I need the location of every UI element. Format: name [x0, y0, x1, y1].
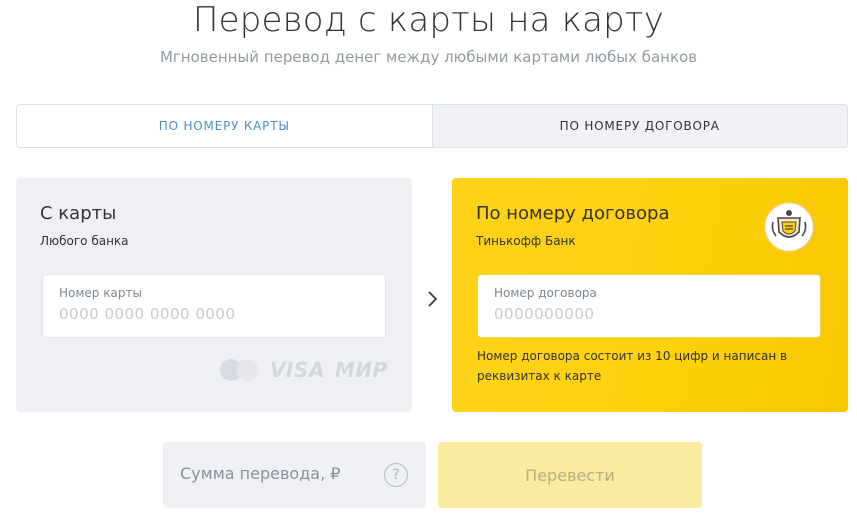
- page-subtitle: Мгновенный перевод денег между любыми ка…: [159, 48, 698, 66]
- transfer-button[interactable]: Перевести: [438, 442, 702, 508]
- contract-number-label: Номер договора: [494, 286, 597, 300]
- tinkoff-bank-crest-icon: [764, 202, 814, 252]
- amount-field[interactable]: ?: [163, 442, 426, 508]
- mir-logo: МИР: [334, 358, 388, 382]
- to-contract-panel: По номеру договора Тинькофф Банк Номер д…: [452, 178, 848, 412]
- from-card-subtitle: Любого банка: [40, 234, 129, 248]
- card-number-field[interactable]: Номер карты: [42, 274, 386, 338]
- tab-by-card-number[interactable]: ПО НОМЕРУ КАРТЫ: [17, 105, 432, 147]
- card-number-label: Номер карты: [59, 286, 142, 300]
- page-title: Перевод с карты на карту: [192, 0, 665, 40]
- payment-systems-logos: VISA МИР: [220, 358, 388, 382]
- tab-by-contract-number[interactable]: ПО НОМЕРУ ДОГОВОРА: [431, 105, 847, 147]
- contract-number-input[interactable]: [494, 305, 794, 323]
- to-contract-bank: Тинькофф Банк: [476, 234, 576, 248]
- help-icon[interactable]: ?: [384, 463, 408, 487]
- mastercard-icon: [220, 359, 260, 381]
- card-number-input[interactable]: [59, 305, 359, 323]
- from-card-title: С карты: [40, 203, 117, 224]
- contract-number-field[interactable]: Номер договора: [477, 274, 821, 338]
- amount-input[interactable]: [180, 464, 380, 483]
- contract-number-hint: Номер договора состоит из 10 цифр и напи…: [477, 349, 788, 383]
- to-contract-title: По номеру договора: [476, 203, 670, 224]
- chevron-right-icon: [428, 291, 438, 307]
- visa-logo: VISA: [270, 358, 325, 382]
- from-card-panel: С карты Любого банка Номер карты VISA МИ…: [16, 178, 412, 412]
- transfer-mode-tabs: ПО НОМЕРУ КАРТЫ ПО НОМЕРУ ДОГОВОРА: [16, 104, 848, 148]
